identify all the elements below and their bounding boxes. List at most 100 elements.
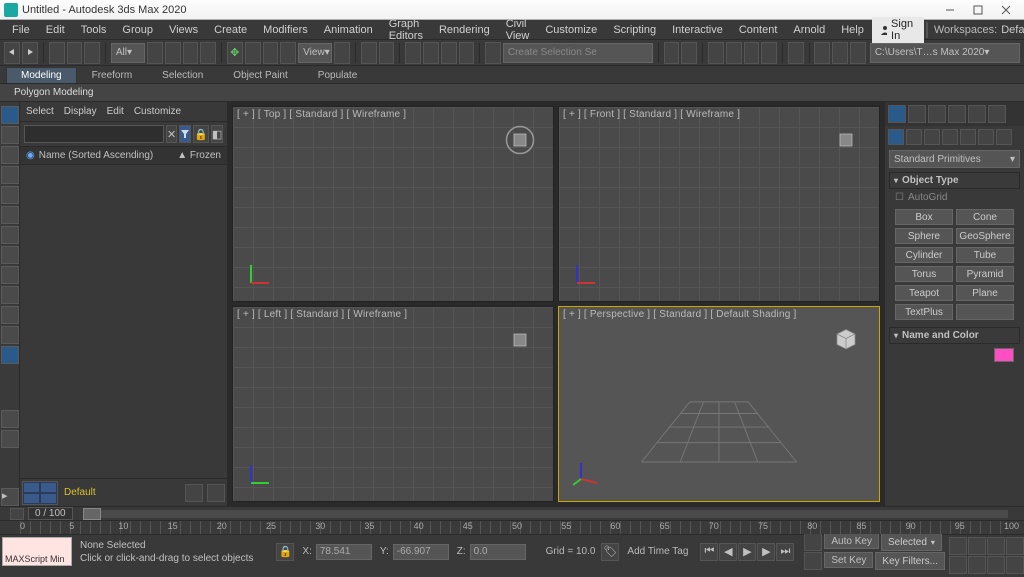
- set-key-button[interactable]: Set Key: [824, 552, 873, 568]
- primitive-empty-button[interactable]: [956, 304, 1014, 320]
- display-tab-icon[interactable]: [968, 105, 986, 123]
- time-config-icon[interactable]: [10, 508, 24, 520]
- display-lights-button[interactable]: [1, 166, 19, 184]
- primitive-cylinder-button[interactable]: Cylinder: [895, 247, 953, 263]
- primitive-pyramid-button[interactable]: Pyramid: [956, 266, 1014, 282]
- minimize-button[interactable]: [936, 0, 964, 20]
- se-menu-customize[interactable]: Customize: [134, 106, 181, 117]
- menu-create[interactable]: Create: [206, 20, 255, 39]
- snap-toggle-button[interactable]: [405, 42, 421, 64]
- zoom-button[interactable]: [949, 537, 967, 555]
- isolate-icon[interactable]: [207, 484, 225, 502]
- primitive-geosphere-button[interactable]: GeoSphere: [956, 228, 1014, 244]
- angle-snap-button[interactable]: [423, 42, 439, 64]
- name-color-header[interactable]: Name and Color: [889, 327, 1020, 344]
- select-object-button[interactable]: [147, 42, 163, 64]
- scene-explorer-search[interactable]: [24, 125, 164, 143]
- select-move-button[interactable]: ✥: [227, 42, 243, 64]
- viewport-top-label[interactable]: [ + ] [ Top ] [ Standard ] [ Wireframe ]: [237, 109, 406, 120]
- primitive-textplus-button[interactable]: TextPlus: [895, 304, 953, 320]
- time-slider[interactable]: [83, 510, 1008, 518]
- se-menu-display[interactable]: Display: [64, 106, 97, 117]
- viewport-left[interactable]: [ + ] [ Left ] [ Standard ] [ Wireframe …: [232, 306, 554, 502]
- se-menu-select[interactable]: Select: [26, 106, 54, 117]
- display-spacewarps-button[interactable]: [1, 226, 19, 244]
- modify-tab-icon[interactable]: [908, 105, 926, 123]
- max-toggle-button[interactable]: [1006, 556, 1024, 574]
- object-type-header[interactable]: Object Type: [889, 172, 1020, 189]
- viewport-perspective[interactable]: [ + ] [ Perspective ] [ Standard ] [ Def…: [558, 306, 880, 502]
- viewport-top[interactable]: [ + ] [ Top ] [ Standard ] [ Wireframe ]: [232, 106, 554, 302]
- key-filters-button[interactable]: Key Filters...: [875, 552, 945, 570]
- workspaces-selector[interactable]: Workspaces: Default ▾: [928, 24, 1024, 36]
- zoom-all-button[interactable]: [968, 537, 986, 555]
- ribbon-tab-modeling[interactable]: Modeling: [6, 67, 77, 83]
- lights-cat-icon[interactable]: [924, 129, 940, 145]
- close-button[interactable]: [992, 0, 1020, 20]
- menu-content[interactable]: Content: [731, 20, 786, 39]
- play-button[interactable]: ▶: [738, 543, 756, 561]
- cameras-cat-icon[interactable]: [942, 129, 958, 145]
- display-containers-button[interactable]: [1, 306, 19, 324]
- display-shapes-button[interactable]: [1, 146, 19, 164]
- x-field[interactable]: 78.541: [316, 544, 372, 560]
- geometry-cat-icon[interactable]: [888, 129, 904, 145]
- zoom-extents-button[interactable]: [987, 537, 1005, 555]
- primitive-teapot-button[interactable]: Teapot: [895, 285, 953, 301]
- time-tag-icon[interactable]: 🏷: [601, 543, 619, 561]
- sort-icon[interactable]: [1, 430, 19, 448]
- menu-group[interactable]: Group: [114, 20, 161, 39]
- primitive-sphere-button[interactable]: Sphere: [895, 228, 953, 244]
- autogrid-checkbox[interactable]: ☐ AutoGrid: [889, 189, 1020, 206]
- spacewarps-cat-icon[interactable]: [978, 129, 994, 145]
- key-mode-icon[interactable]: [804, 533, 822, 551]
- frame-counter[interactable]: 0 / 100: [28, 507, 73, 520]
- menu-views[interactable]: Views: [161, 20, 206, 39]
- display-hidden-button[interactable]: [1, 346, 19, 364]
- redo-button[interactable]: [22, 42, 38, 64]
- z-field[interactable]: 0.0: [470, 544, 526, 560]
- hierarchy-tab-icon[interactable]: [928, 105, 946, 123]
- project-path-combo[interactable]: C:\Users\T…s Max 2020 ▾: [870, 43, 1020, 63]
- lock-selection-icon[interactable]: 🔒: [276, 543, 294, 561]
- maximize-button[interactable]: [964, 0, 992, 20]
- time-slider-handle[interactable]: [83, 508, 101, 520]
- sign-in-button[interactable]: Sign In: [872, 17, 924, 43]
- select-place-button[interactable]: [280, 42, 296, 64]
- pin-icon[interactable]: ◧: [211, 125, 223, 143]
- utilities-tab-icon[interactable]: [988, 105, 1006, 123]
- viewport-perspective-label[interactable]: [ + ] [ Perspective ] [ Standard ] [ Def…: [563, 309, 796, 320]
- key-filter-combo[interactable]: Selected: [881, 533, 942, 551]
- shapes-cat-icon[interactable]: [906, 129, 922, 145]
- viewport-front-label[interactable]: [ + ] [ Front ] [ Standard ] [ Wireframe…: [563, 109, 740, 120]
- object-color-swatch[interactable]: [994, 348, 1014, 362]
- viewcube-icon[interactable]: [831, 325, 861, 355]
- layer-explorer-button[interactable]: [708, 42, 724, 64]
- render-setup-button[interactable]: [814, 42, 830, 64]
- ribbon-panel-polygon-modeling[interactable]: Polygon Modeling: [6, 87, 102, 98]
- display-cameras-button[interactable]: [1, 186, 19, 204]
- menu-help[interactable]: Help: [833, 20, 872, 39]
- scene-explorer-header[interactable]: ◉ Name (Sorted Ascending) ▲ Frozen: [20, 146, 227, 165]
- edit-named-selection-button[interactable]: [485, 42, 501, 64]
- auto-key-button[interactable]: Auto Key: [824, 533, 879, 549]
- viewcube-icon[interactable]: [831, 125, 861, 155]
- expand-button[interactable]: ▸: [1, 488, 19, 506]
- filter-toggle-icon[interactable]: [179, 125, 191, 143]
- y-field[interactable]: -66.907: [393, 544, 449, 560]
- menu-modifiers[interactable]: Modifiers: [255, 20, 316, 39]
- layers-icon[interactable]: [185, 484, 203, 502]
- display-bone-button[interactable]: [1, 286, 19, 304]
- select-rotate-button[interactable]: [245, 42, 261, 64]
- percent-snap-button[interactable]: [441, 42, 457, 64]
- ribbon-tab-populate[interactable]: Populate: [303, 67, 372, 83]
- menu-arnold[interactable]: Arnold: [785, 20, 833, 39]
- rendered-frame-button[interactable]: [832, 42, 848, 64]
- display-geometry-button[interactable]: [1, 126, 19, 144]
- ribbon-tab-selection[interactable]: Selection: [147, 67, 218, 83]
- selection-filter-combo[interactable]: All ▾: [111, 43, 145, 63]
- material-editor-button[interactable]: [788, 42, 804, 64]
- unlink-button[interactable]: [67, 42, 83, 64]
- orbit-button[interactable]: [987, 556, 1005, 574]
- bind-space-warp-button[interactable]: [84, 42, 100, 64]
